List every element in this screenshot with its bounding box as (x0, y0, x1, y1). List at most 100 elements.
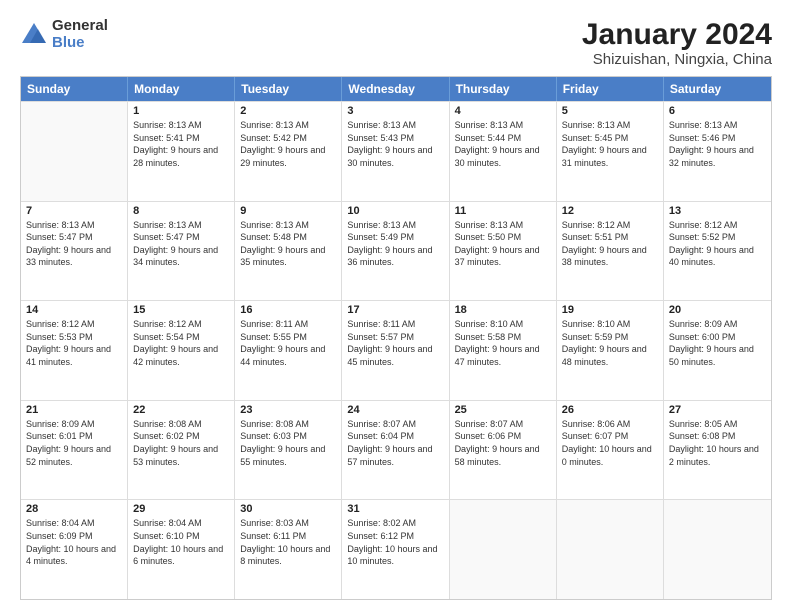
calendar-cell-5-1: 28 Sunrise: 8:04 AMSunset: 6:09 PMDayligh… (21, 500, 128, 599)
day-number: 31 (347, 503, 443, 515)
day-info: Sunrise: 8:04 AMSunset: 6:09 PMDaylight:… (26, 517, 122, 567)
calendar-cell-3-3: 16 Sunrise: 8:11 AMSunset: 5:55 PMDayligh… (235, 301, 342, 400)
calendar-cell-3-1: 14Sunrise: 8:12 AMSunset: 5:53 PMDayligh… (21, 301, 128, 400)
day-number: 22 (133, 404, 229, 416)
header-monday: Monday (128, 77, 235, 101)
day-number: 7 (26, 205, 122, 217)
day-info: Sunrise: 8:08 AMSunset: 6:03 PMDaylight:… (240, 418, 336, 468)
day-number: 13 (669, 205, 766, 217)
day-info: Sunrise: 8:05 AMSunset: 6:08 PMDaylight:… (669, 418, 766, 468)
day-info: Sunrise: 8:09 AMSunset: 6:01 PMDaylight:… (26, 418, 122, 468)
day-number: 2 (240, 105, 336, 117)
calendar-cell-1-1 (21, 102, 128, 201)
calendar-week-2: 7 Sunrise: 8:13 AMSunset: 5:47 PMDaylight… (21, 201, 771, 301)
calendar-cell-1-5: 4 Sunrise: 8:13 AMSunset: 5:44 PMDaylight… (450, 102, 557, 201)
calendar-week-3: 14Sunrise: 8:12 AMSunset: 5:53 PMDayligh… (21, 300, 771, 400)
day-info: Sunrise: 8:10 AMSunset: 5:58 PMDaylight:… (455, 318, 551, 368)
day-number: 12 (562, 205, 658, 217)
day-number: 1 (133, 105, 229, 117)
calendar-cell-2-5: 11 Sunrise: 8:13 AMSunset: 5:50 PMDayligh… (450, 202, 557, 301)
day-number: 4 (455, 105, 551, 117)
calendar-cell-2-6: 12 Sunrise: 8:12 AMSunset: 5:51 PMDayligh… (557, 202, 664, 301)
calendar-cell-5-5 (450, 500, 557, 599)
day-info: Sunrise: 8:03 AMSunset: 6:11 PMDaylight:… (240, 517, 336, 567)
day-info: Sunrise: 8:12 AMSunset: 5:53 PMDaylight:… (26, 318, 122, 368)
calendar-cell-3-5: 18 Sunrise: 8:10 AMSunset: 5:58 PMDayligh… (450, 301, 557, 400)
calendar-week-5: 28 Sunrise: 8:04 AMSunset: 6:09 PMDayligh… (21, 499, 771, 599)
calendar-cell-1-6: 5Sunrise: 8:13 AMSunset: 5:45 PMDaylight… (557, 102, 664, 201)
day-number: 11 (455, 205, 551, 217)
calendar-week-4: 21 Sunrise: 8:09 AMSunset: 6:01 PMDayligh… (21, 400, 771, 500)
day-info: Sunrise: 8:13 AMSunset: 5:46 PMDaylight:… (669, 119, 766, 169)
calendar-week-1: 1 Sunrise: 8:13 AMSunset: 5:41 PMDaylight… (21, 101, 771, 201)
calendar-body: 1 Sunrise: 8:13 AMSunset: 5:41 PMDaylight… (21, 101, 771, 599)
day-number: 20 (669, 304, 766, 316)
day-info: Sunrise: 8:08 AMSunset: 6:02 PMDaylight:… (133, 418, 229, 468)
calendar-cell-5-4: 31 Sunrise: 8:02 AMSunset: 6:12 PMDayligh… (342, 500, 449, 599)
calendar-cell-3-7: 20 Sunrise: 8:09 AMSunset: 6:00 PMDayligh… (664, 301, 771, 400)
day-info: Sunrise: 8:07 AMSunset: 6:04 PMDaylight:… (347, 418, 443, 468)
day-number: 17 (347, 304, 443, 316)
day-number: 19 (562, 304, 658, 316)
day-info: Sunrise: 8:06 AMSunset: 6:07 PMDaylight:… (562, 418, 658, 468)
header-thursday: Thursday (450, 77, 557, 101)
day-number: 27 (669, 404, 766, 416)
day-number: 3 (347, 105, 443, 117)
day-info: Sunrise: 8:09 AMSunset: 6:00 PMDaylight:… (669, 318, 766, 368)
header-friday: Friday (557, 77, 664, 101)
day-info: Sunrise: 8:13 AMSunset: 5:48 PMDaylight:… (240, 219, 336, 269)
header-tuesday: Tuesday (235, 77, 342, 101)
day-number: 25 (455, 404, 551, 416)
day-info: Sunrise: 8:12 AMSunset: 5:51 PMDaylight:… (562, 219, 658, 269)
day-info: Sunrise: 8:13 AMSunset: 5:49 PMDaylight:… (347, 219, 443, 269)
calendar-cell-2-4: 10 Sunrise: 8:13 AMSunset: 5:49 PMDayligh… (342, 202, 449, 301)
day-number: 16 (240, 304, 336, 316)
title-block: January 2024 Shizuishan, Ningxia, China (582, 18, 772, 68)
day-info: Sunrise: 8:13 AMSunset: 5:47 PMDaylight:… (26, 219, 122, 269)
calendar-cell-2-1: 7 Sunrise: 8:13 AMSunset: 5:47 PMDaylight… (21, 202, 128, 301)
day-number: 5 (562, 105, 658, 117)
day-number: 21 (26, 404, 122, 416)
calendar-cell-5-2: 29 Sunrise: 8:04 AMSunset: 6:10 PMDayligh… (128, 500, 235, 599)
calendar-cell-5-6 (557, 500, 664, 599)
calendar-cell-2-3: 9Sunrise: 8:13 AMSunset: 5:48 PMDaylight… (235, 202, 342, 301)
calendar-cell-3-4: 17 Sunrise: 8:11 AMSunset: 5:57 PMDayligh… (342, 301, 449, 400)
calendar-cell-4-5: 25Sunrise: 8:07 AMSunset: 6:06 PMDayligh… (450, 401, 557, 500)
logo-blue-label: Blue (52, 35, 108, 52)
day-info: Sunrise: 8:13 AMSunset: 5:44 PMDaylight:… (455, 119, 551, 169)
logo-text: General Blue (52, 18, 108, 51)
calendar-cell-3-2: 15Sunrise: 8:12 AMSunset: 5:54 PMDayligh… (128, 301, 235, 400)
day-number: 10 (347, 205, 443, 217)
day-info: Sunrise: 8:04 AMSunset: 6:10 PMDaylight:… (133, 517, 229, 567)
header-saturday: Saturday (664, 77, 771, 101)
day-number: 29 (133, 503, 229, 515)
calendar-cell-4-1: 21 Sunrise: 8:09 AMSunset: 6:01 PMDayligh… (21, 401, 128, 500)
day-number: 28 (26, 503, 122, 515)
day-info: Sunrise: 8:11 AMSunset: 5:55 PMDaylight:… (240, 318, 336, 368)
day-info: Sunrise: 8:13 AMSunset: 5:50 PMDaylight:… (455, 219, 551, 269)
calendar-cell-2-7: 13 Sunrise: 8:12 AMSunset: 5:52 PMDayligh… (664, 202, 771, 301)
day-number: 15 (133, 304, 229, 316)
header-sunday: Sunday (21, 77, 128, 101)
logo-icon (20, 21, 48, 49)
day-info: Sunrise: 8:02 AMSunset: 6:12 PMDaylight:… (347, 517, 443, 567)
page: General Blue January 2024 Shizuishan, Ni… (0, 0, 792, 612)
calendar-cell-4-3: 23 Sunrise: 8:08 AMSunset: 6:03 PMDayligh… (235, 401, 342, 500)
header: General Blue January 2024 Shizuishan, Ni… (20, 18, 772, 68)
page-subtitle: Shizuishan, Ningxia, China (582, 51, 772, 68)
page-title: January 2024 (582, 18, 772, 51)
calendar: Sunday Monday Tuesday Wednesday Thursday… (20, 76, 772, 600)
day-number: 18 (455, 304, 551, 316)
day-info: Sunrise: 8:13 AMSunset: 5:43 PMDaylight:… (347, 119, 443, 169)
day-info: Sunrise: 8:11 AMSunset: 5:57 PMDaylight:… (347, 318, 443, 368)
day-number: 30 (240, 503, 336, 515)
day-info: Sunrise: 8:13 AMSunset: 5:41 PMDaylight:… (133, 119, 229, 169)
calendar-header-row: Sunday Monday Tuesday Wednesday Thursday… (21, 77, 771, 101)
day-number: 24 (347, 404, 443, 416)
calendar-cell-1-7: 6 Sunrise: 8:13 AMSunset: 5:46 PMDaylight… (664, 102, 771, 201)
day-info: Sunrise: 8:12 AMSunset: 5:52 PMDaylight:… (669, 219, 766, 269)
calendar-cell-5-7 (664, 500, 771, 599)
day-number: 23 (240, 404, 336, 416)
day-number: 6 (669, 105, 766, 117)
day-info: Sunrise: 8:10 AMSunset: 5:59 PMDaylight:… (562, 318, 658, 368)
